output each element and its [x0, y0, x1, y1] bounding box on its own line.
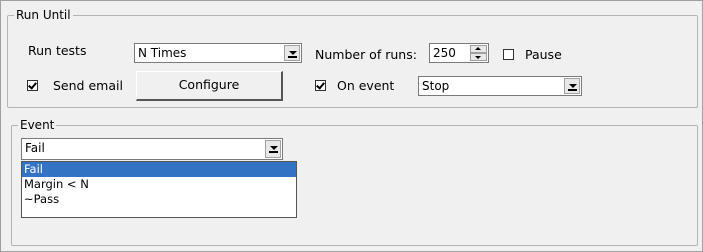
configure-button[interactable]: Configure	[136, 71, 283, 101]
event-option-margin[interactable]: Margin < N	[22, 177, 296, 192]
spin-up-icon[interactable]	[470, 45, 487, 53]
on-event-label: On event	[337, 78, 395, 93]
num-runs-stepper[interactable]: 250	[429, 43, 489, 63]
on-event-combo[interactable]: Stop	[418, 76, 582, 96]
pause-checkbox[interactable]	[503, 49, 514, 60]
run-tests-value: N Times	[138, 46, 187, 60]
run-until-title: Run Until	[14, 8, 73, 22]
send-email-label: Send email	[53, 78, 123, 93]
spin-down-icon[interactable]	[470, 53, 487, 61]
event-dropdown-list: Fail Margin < N ~Pass	[21, 161, 297, 218]
chevron-down-icon[interactable]	[265, 140, 281, 158]
settings-window: Run Until Run tests N Times Number of ru…	[0, 0, 703, 252]
event-option-fail[interactable]: Fail	[22, 162, 296, 177]
event-combo[interactable]: Fail	[21, 138, 283, 160]
on-event-value: Stop	[422, 79, 450, 93]
on-event-checkbox[interactable]	[315, 80, 326, 91]
pause-label: Pause	[525, 47, 562, 62]
event-value: Fail	[25, 141, 45, 155]
run-tests-combo[interactable]: N Times	[134, 43, 302, 63]
num-runs-label: Number of runs:	[315, 47, 417, 62]
event-title: Event	[18, 118, 57, 132]
run-tests-label: Run tests	[28, 43, 87, 58]
event-option-pass[interactable]: ~Pass	[22, 192, 296, 207]
num-runs-value: 250	[433, 46, 456, 60]
send-email-checkbox[interactable]	[27, 80, 38, 91]
chevron-down-icon[interactable]	[564, 78, 580, 94]
chevron-down-icon[interactable]	[284, 45, 300, 61]
